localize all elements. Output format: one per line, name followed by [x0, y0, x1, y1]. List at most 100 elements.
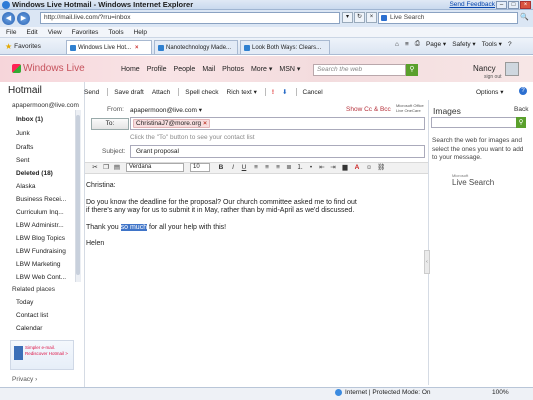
- underline-icon[interactable]: U: [240, 164, 248, 172]
- font-select[interactable]: Verdana: [126, 163, 184, 172]
- close-tab-icon[interactable]: ×: [135, 45, 139, 51]
- sidebar-item-alaska[interactable]: Alaska: [16, 183, 36, 190]
- sidebar-item-deleted[interactable]: Deleted (18): [16, 170, 53, 177]
- hotmail-ad[interactable]: Simpler e-mail. Rediscover Hotmail >: [10, 340, 74, 370]
- lock-icon[interactable]: ▾: [342, 12, 353, 23]
- forward-arrow-icon[interactable]: ▶: [17, 12, 30, 25]
- subject-field[interactable]: Grant proposal: [130, 145, 425, 158]
- avatar[interactable]: [505, 62, 519, 76]
- menu-favorites[interactable]: Favorites: [72, 29, 99, 36]
- windows-live-logo[interactable]: Windows Live: [12, 63, 85, 74]
- sidebar-scroll-thumb[interactable]: [76, 115, 80, 275]
- address-input[interactable]: http://mail.live.com/?rru=inbox: [40, 12, 340, 24]
- highlight-color-icon[interactable]: ▆: [341, 164, 349, 172]
- sidebar-item-lbw-blog[interactable]: LBW Blog Topics: [16, 235, 65, 242]
- tab-nanotechnology[interactable]: Nanotechnology Made...: [154, 40, 238, 54]
- tools-menu[interactable]: Tools ▾: [482, 40, 502, 48]
- favorites-button[interactable]: ★ Favorites: [2, 40, 44, 52]
- selected-text[interactable]: so much: [120, 223, 148, 231]
- menu-view[interactable]: View: [48, 29, 62, 36]
- sidebar-item-inbox[interactable]: Inbox (1): [16, 116, 43, 123]
- bulleted-list-icon[interactable]: •: [307, 164, 315, 172]
- help-icon[interactable]: ?: [508, 41, 512, 48]
- nav-home[interactable]: Home: [121, 66, 140, 73]
- show-cc-bcc-link[interactable]: Show Cc & Bcc: [346, 106, 391, 113]
- page-menu[interactable]: Page ▾: [426, 40, 446, 48]
- attach-button[interactable]: Attach: [152, 89, 170, 96]
- nav-people[interactable]: People: [174, 66, 196, 73]
- rich-text-dropdown[interactable]: Rich text ▾: [227, 88, 257, 96]
- numbered-list-icon[interactable]: ⒈: [296, 164, 304, 172]
- home-icon[interactable]: ⌂: [395, 41, 399, 48]
- images-back-link[interactable]: Back: [514, 106, 528, 113]
- minimize-button[interactable]: –: [496, 1, 507, 9]
- align-left-icon[interactable]: ≡: [252, 164, 260, 172]
- paste-icon[interactable]: ▤: [113, 164, 121, 172]
- nav-more[interactable]: More ▾: [251, 65, 272, 73]
- related-calendar[interactable]: Calendar: [16, 325, 42, 332]
- back-arrow-icon[interactable]: ◀: [2, 12, 15, 25]
- spell-check-button[interactable]: Spell check: [185, 89, 218, 96]
- related-today[interactable]: Today: [16, 299, 33, 306]
- recipient-chip[interactable]: ChristinaJ7@more.org ×: [133, 119, 210, 128]
- message-body-editor[interactable]: Christina: Do you know the deadline for …: [86, 182, 426, 257]
- tab-hotmail[interactable]: Windows Live Hot... ×: [66, 40, 152, 54]
- bold-icon[interactable]: B: [217, 164, 225, 172]
- options-menu[interactable]: Options ▾: [476, 88, 503, 96]
- align-center-icon[interactable]: ≡: [263, 164, 271, 172]
- sidebar-item-business-receipts[interactable]: Business Recei...: [16, 196, 66, 203]
- cancel-button[interactable]: Cancel: [303, 89, 323, 96]
- sidebar-item-lbw-fundraising[interactable]: LBW Fundraising: [16, 248, 66, 255]
- send-button[interactable]: Send: [84, 89, 99, 96]
- low-importance-icon[interactable]: ⬇: [282, 88, 287, 96]
- tab-look-both-ways[interactable]: Look Both Ways: Clears...: [240, 40, 330, 54]
- search-go-icon[interactable]: 🔍: [520, 13, 530, 23]
- sidebar-item-lbw-web[interactable]: LBW Web Cont...: [16, 274, 66, 281]
- collapse-panel-handle[interactable]: ‹: [424, 250, 430, 274]
- menu-tools[interactable]: Tools: [108, 29, 123, 36]
- sidebar-item-drafts[interactable]: Drafts: [16, 144, 33, 151]
- send-feedback-link[interactable]: Send Feedback: [449, 1, 495, 8]
- maximize-button[interactable]: □: [508, 1, 519, 9]
- nav-msn[interactable]: MSN ▾: [279, 65, 300, 73]
- increase-indent-icon[interactable]: ⇥: [329, 164, 337, 172]
- remove-recipient-icon[interactable]: ×: [203, 120, 207, 127]
- italic-icon[interactable]: I: [229, 164, 237, 172]
- decrease-indent-icon[interactable]: ⇤: [318, 164, 326, 172]
- feeds-icon[interactable]: ≡: [405, 41, 409, 48]
- web-search-input[interactable]: Search the web: [313, 64, 406, 76]
- sidebar-item-lbw-marketing[interactable]: LBW Marketing: [16, 261, 60, 268]
- justify-icon[interactable]: ≣: [285, 164, 293, 172]
- image-search-input[interactable]: [431, 117, 517, 128]
- cut-icon[interactable]: ✂: [91, 164, 99, 172]
- print-icon[interactable]: ⎙: [415, 40, 420, 48]
- font-color-icon[interactable]: A: [353, 164, 361, 172]
- menu-help[interactable]: Help: [134, 29, 147, 36]
- from-select[interactable]: apapermoon@live.com ▾: [130, 106, 202, 114]
- related-contact-list[interactable]: Contact list: [16, 312, 48, 319]
- browser-search-input[interactable]: Live Search: [378, 12, 518, 24]
- copy-icon[interactable]: ❐: [102, 164, 110, 172]
- refresh-icon[interactable]: ↻: [354, 12, 365, 23]
- zoom-level[interactable]: 100%: [492, 389, 509, 396]
- font-size-select[interactable]: 10: [190, 163, 210, 172]
- nav-profile[interactable]: Profile: [147, 66, 167, 73]
- safety-menu[interactable]: Safety ▾: [452, 40, 476, 48]
- to-button[interactable]: To:: [91, 118, 129, 130]
- emoticon-icon[interactable]: ☺: [365, 164, 373, 172]
- stop-icon[interactable]: ×: [366, 12, 377, 23]
- link-icon[interactable]: ⛓: [377, 164, 385, 172]
- search-icon[interactable]: ⚲: [406, 64, 418, 76]
- sidebar-item-sent[interactable]: Sent: [16, 157, 29, 164]
- align-right-icon[interactable]: ≡: [274, 164, 282, 172]
- user-name[interactable]: Nancy: [473, 64, 496, 73]
- sidebar-item-lbw-admin[interactable]: LBW Administr...: [16, 222, 64, 229]
- close-window-button[interactable]: ×: [520, 1, 531, 9]
- nav-photos[interactable]: Photos: [222, 66, 244, 73]
- nav-mail[interactable]: Mail: [202, 66, 215, 73]
- image-search-icon[interactable]: ⚲: [516, 117, 526, 128]
- high-importance-icon[interactable]: !: [272, 89, 274, 96]
- sign-out-link[interactable]: sign out: [484, 74, 502, 80]
- sidebar-title[interactable]: Hotmail: [8, 85, 42, 96]
- help-icon[interactable]: ?: [519, 87, 527, 95]
